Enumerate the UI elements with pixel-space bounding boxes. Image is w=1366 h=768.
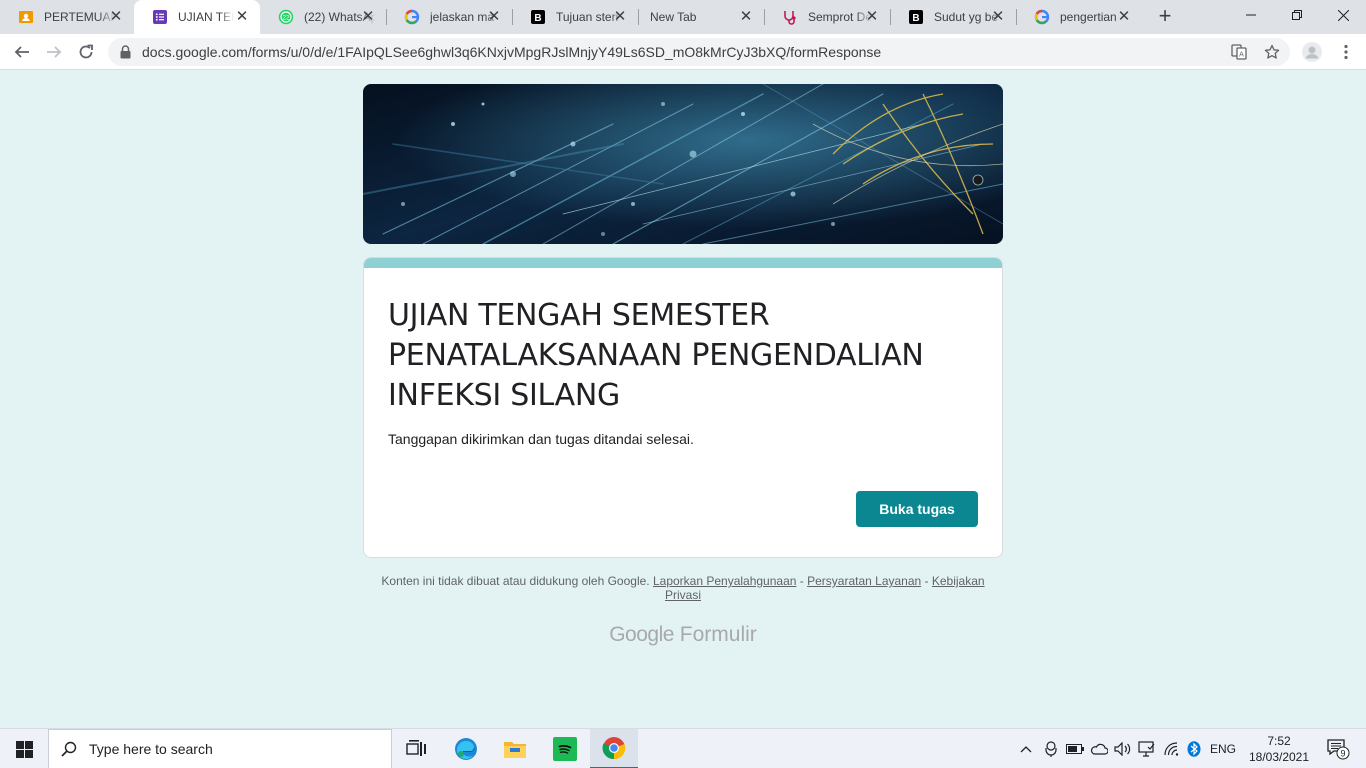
battery-icon[interactable] bbox=[1064, 729, 1086, 768]
wifi-icon[interactable] bbox=[1160, 729, 1184, 768]
language-indicator[interactable]: ENG bbox=[1206, 729, 1240, 768]
tab-tujuan[interactable]: B Tujuan steri ✕ bbox=[512, 0, 638, 34]
tab-divider bbox=[512, 9, 513, 25]
close-tab-icon[interactable]: ✕ bbox=[360, 9, 376, 25]
spotify-icon[interactable] bbox=[541, 729, 589, 768]
tab-title: New Tab bbox=[650, 10, 697, 24]
close-tab-icon[interactable]: ✕ bbox=[1116, 9, 1132, 25]
tab-title: UJIAN TENGAH bbox=[178, 10, 234, 24]
google-forms-icon bbox=[152, 9, 168, 25]
stethoscope-icon bbox=[782, 9, 798, 25]
edge-browser-icon[interactable] bbox=[442, 729, 490, 768]
meet-now-icon[interactable] bbox=[1040, 729, 1062, 768]
close-tab-icon[interactable]: ✕ bbox=[864, 9, 880, 25]
tab-divider bbox=[638, 9, 639, 25]
link-separator: - bbox=[921, 574, 932, 588]
tab-sudut[interactable]: B Sudut yg be ✕ bbox=[890, 0, 1016, 34]
windows-taskbar: Type here to search ENG 7:52 18/03/2021 bbox=[0, 728, 1366, 768]
whatsapp-icon: 22 bbox=[278, 9, 294, 25]
svg-text:B: B bbox=[912, 13, 919, 24]
tab-divider bbox=[764, 9, 765, 25]
report-abuse-link[interactable]: Laporkan Penyalahgunaan bbox=[653, 574, 796, 588]
close-tab-icon[interactable]: ✕ bbox=[108, 9, 124, 25]
tab-pengertian[interactable]: pengertian ✕ bbox=[1016, 0, 1142, 34]
svg-text:A: A bbox=[1239, 52, 1244, 59]
tab-ujian-tengah[interactable]: UJIAN TENGAH ✕ bbox=[134, 0, 260, 34]
notification-count: 9 bbox=[1340, 748, 1345, 758]
address-bar[interactable]: docs.google.com/forms/u/0/d/e/1FAIpQLSee… bbox=[108, 38, 1290, 66]
bookmark-star-icon[interactable] bbox=[1263, 43, 1281, 61]
disclaimer-text: Konten ini tidak dibuat atau didukung ol… bbox=[381, 574, 650, 588]
google-icon bbox=[1034, 9, 1050, 25]
forward-arrow-icon[interactable] bbox=[42, 40, 66, 64]
close-tab-icon[interactable]: ✕ bbox=[612, 9, 628, 25]
action-center-icon[interactable]: 9 bbox=[1318, 729, 1358, 768]
tab-pertemuan[interactable]: PERTEMUAN ✕ bbox=[0, 0, 134, 34]
confirmation-message: Tanggapan dikirimkan dan tugas ditandai … bbox=[388, 431, 694, 447]
restore-icon[interactable] bbox=[1274, 0, 1320, 30]
onedrive-cloud-icon[interactable] bbox=[1088, 729, 1110, 768]
terms-of-service-link[interactable]: Persyaratan Layanan bbox=[807, 574, 921, 588]
search-placeholder: Type here to search bbox=[89, 741, 213, 757]
close-tab-icon[interactable]: ✕ bbox=[738, 9, 754, 25]
form-header-image bbox=[363, 84, 1003, 244]
taskbar-search-box[interactable]: Type here to search bbox=[48, 729, 392, 768]
form-confirmation-card: UJIAN TENGAH SEMESTER PENATALAKSANAAN PE… bbox=[363, 257, 1003, 558]
browser-toolbar: docs.google.com/forms/u/0/d/e/1FAIpQLSee… bbox=[0, 34, 1366, 70]
brainly-icon: B bbox=[908, 9, 924, 25]
show-hidden-icons-chevron-icon[interactable] bbox=[1016, 729, 1036, 768]
svg-text:B: B bbox=[534, 13, 541, 24]
system-clock[interactable]: 7:52 18/03/2021 bbox=[1244, 733, 1314, 765]
clock-time: 7:52 bbox=[1267, 734, 1291, 748]
tab-title: Semprot De bbox=[808, 10, 872, 24]
search-icon bbox=[49, 741, 89, 757]
classroom-icon bbox=[18, 9, 34, 25]
brand-google-text: Google bbox=[609, 623, 674, 646]
kebab-menu-icon[interactable] bbox=[1334, 40, 1358, 64]
translate-icon[interactable]: A bbox=[1230, 43, 1248, 61]
tab-title: PERTEMUAN bbox=[44, 10, 116, 24]
lock-icon[interactable] bbox=[120, 45, 131, 64]
link-separator: - bbox=[796, 574, 808, 588]
brainly-icon: B bbox=[530, 9, 546, 25]
tab-divider bbox=[1016, 9, 1017, 25]
bluetooth-icon[interactable] bbox=[1184, 729, 1204, 768]
tab-semprot[interactable]: Semprot De ✕ bbox=[764, 0, 890, 34]
footer-disclaimer: Konten ini tidak dibuat atau didukung ol… bbox=[363, 574, 1003, 602]
google-icon bbox=[404, 9, 420, 25]
open-assignment-button[interactable]: Buka tugas bbox=[856, 491, 978, 527]
chrome-icon[interactable] bbox=[590, 729, 638, 768]
new-tab-plus-icon[interactable]: + bbox=[1154, 5, 1176, 28]
profile-avatar-icon[interactable] bbox=[1300, 40, 1324, 64]
close-tab-icon[interactable]: ✕ bbox=[990, 9, 1006, 25]
close-window-icon[interactable] bbox=[1320, 0, 1366, 30]
tab-whatsapp[interactable]: 22 (22) WhatsApp ✕ bbox=[260, 0, 386, 34]
file-explorer-icon[interactable] bbox=[491, 729, 539, 768]
tab-new-tab[interactable]: New Tab ✕ bbox=[638, 0, 764, 34]
form-title: UJIAN TENGAH SEMESTER PENATALAKSANAAN PE… bbox=[388, 298, 924, 413]
google-forms-brand[interactable]: Google Formulir bbox=[363, 623, 1003, 647]
tab-divider bbox=[386, 9, 387, 25]
task-view-icon[interactable] bbox=[392, 729, 440, 768]
tab-jelaskan[interactable]: jelaskan ma ✕ bbox=[386, 0, 512, 34]
volume-speaker-icon[interactable] bbox=[1112, 729, 1134, 768]
network-monitor-icon[interactable] bbox=[1136, 729, 1158, 768]
back-arrow-icon[interactable] bbox=[10, 40, 34, 64]
form-accent-bar bbox=[364, 258, 1002, 268]
close-tab-icon[interactable]: ✕ bbox=[486, 9, 502, 25]
close-tab-icon[interactable]: ✕ bbox=[234, 9, 250, 25]
minimize-icon[interactable] bbox=[1228, 0, 1274, 30]
tab-divider bbox=[890, 9, 891, 25]
clock-date: 18/03/2021 bbox=[1248, 750, 1310, 764]
windows-start-icon[interactable] bbox=[0, 729, 48, 768]
svg-text:22: 22 bbox=[283, 15, 290, 21]
url-text[interactable]: docs.google.com/forms/u/0/d/e/1FAIpQLSee… bbox=[142, 44, 881, 60]
browser-tab-strip: PERTEMUAN ✕ UJIAN TENGAH ✕ 22 (22) Whats… bbox=[0, 0, 1366, 34]
reload-icon[interactable] bbox=[74, 40, 98, 64]
brand-product-text: Formulir bbox=[679, 623, 757, 646]
